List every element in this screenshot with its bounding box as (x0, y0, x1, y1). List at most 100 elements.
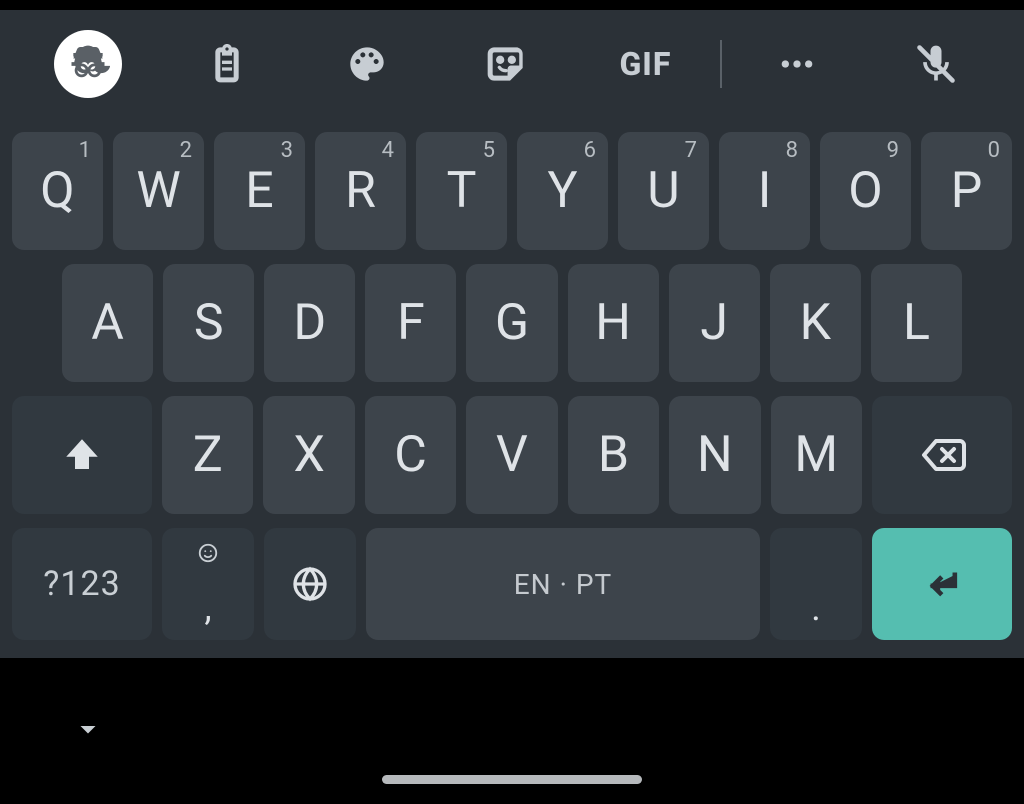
key-u[interactable]: U7 (618, 132, 709, 250)
period-label: . (811, 590, 821, 626)
key-v[interactable]: V (466, 396, 557, 514)
key-label: B (598, 426, 629, 484)
language-switch-key[interactable] (264, 528, 356, 640)
clipboard-icon (207, 44, 247, 84)
key-b[interactable]: B (568, 396, 659, 514)
key-hint: 9 (887, 138, 899, 163)
key-t[interactable]: T5 (416, 132, 507, 250)
sticker-button[interactable] (436, 10, 575, 118)
key-k[interactable]: K (770, 264, 861, 382)
key-y[interactable]: Y6 (517, 132, 608, 250)
comma-label: , (204, 590, 211, 626)
key-i[interactable]: I8 (719, 132, 810, 250)
key-label: E (245, 162, 273, 220)
enter-icon (920, 562, 964, 606)
key-label: M (794, 426, 838, 484)
sticker-icon (486, 44, 526, 84)
key-s[interactable]: S (163, 264, 254, 382)
toolbar-separator (720, 40, 722, 88)
key-e[interactable]: E3 (214, 132, 305, 250)
space-key[interactable]: EN · PT (366, 528, 760, 640)
key-label: O (848, 162, 882, 220)
key-c[interactable]: C (365, 396, 456, 514)
key-hint: 5 (483, 138, 495, 163)
key-x[interactable]: X (263, 396, 354, 514)
key-label: X (293, 426, 324, 484)
enter-key[interactable] (872, 528, 1012, 640)
key-label: K (800, 294, 831, 352)
key-label: A (91, 294, 124, 352)
gif-button[interactable]: GIF (576, 10, 715, 118)
collapse-keyboard-button[interactable] (70, 711, 106, 751)
symbols-key[interactable]: ?123 (12, 528, 152, 640)
key-label: W (136, 162, 180, 220)
key-label: C (394, 426, 427, 484)
symbols-label: ?123 (43, 564, 120, 604)
space-label: EN · PT (514, 568, 612, 601)
key-hint: 3 (281, 138, 293, 163)
shift-key[interactable] (12, 396, 152, 514)
globe-icon (290, 564, 330, 604)
key-z[interactable]: Z (162, 396, 253, 514)
emoji-comma-key[interactable]: , (162, 528, 254, 640)
key-g[interactable]: G (466, 264, 557, 382)
chevron-down-icon (70, 711, 106, 747)
key-label: P (951, 162, 983, 220)
key-label: U (647, 162, 679, 220)
key-j[interactable]: J (669, 264, 760, 382)
key-label: I (758, 162, 772, 220)
key-hint: 7 (685, 138, 697, 163)
key-hint: 2 (180, 138, 192, 163)
emoji-hint-icon (197, 542, 219, 570)
more-button[interactable] (727, 10, 866, 118)
gif-label: GIF (619, 45, 671, 83)
key-hint: 4 (382, 138, 394, 163)
key-q[interactable]: Q1 (12, 132, 103, 250)
key-f[interactable]: F (365, 264, 456, 382)
incognito-button[interactable] (18, 10, 157, 118)
key-d[interactable]: D (264, 264, 355, 382)
shift-icon (61, 434, 103, 476)
palette-icon (347, 44, 387, 84)
key-n[interactable]: N (669, 396, 760, 514)
key-hint: 8 (786, 138, 798, 163)
period-key[interactable]: . (770, 528, 862, 640)
key-label: G (495, 294, 529, 352)
backspace-key[interactable] (872, 396, 1012, 514)
incognito-icon (54, 30, 122, 98)
key-label: Q (40, 162, 74, 220)
key-label: D (293, 294, 326, 352)
mic-off-icon (914, 42, 958, 86)
key-h[interactable]: H (568, 264, 659, 382)
key-p[interactable]: P0 (921, 132, 1012, 250)
key-label: J (700, 294, 728, 352)
key-hint: 0 (988, 138, 1000, 163)
key-label: L (903, 294, 930, 352)
keyboard-toolbar: GIF (0, 10, 1024, 118)
key-a[interactable]: A (62, 264, 153, 382)
key-label: R (345, 162, 376, 220)
key-w[interactable]: W2 (113, 132, 204, 250)
clipboard-button[interactable] (157, 10, 296, 118)
key-label: Z (193, 426, 223, 484)
key-hint: 6 (584, 138, 596, 163)
theme-button[interactable] (297, 10, 436, 118)
voice-input-button[interactable] (867, 10, 1006, 118)
key-label: V (496, 426, 528, 484)
key-r[interactable]: R4 (315, 132, 406, 250)
key-label: Y (547, 162, 577, 220)
key-o[interactable]: O9 (820, 132, 911, 250)
key-label: T (447, 162, 477, 220)
key-label: S (194, 294, 224, 352)
key-label: F (397, 294, 425, 352)
navigation-bar (0, 658, 1024, 804)
more-horizontal-icon (777, 44, 817, 84)
key-m[interactable]: M (771, 396, 862, 514)
key-grid: Q1W2E3R4T5Y6U7I8O9P0 ASDFGHJKL ZXCVBNM ?… (0, 132, 1024, 640)
backspace-icon (918, 431, 966, 479)
gesture-handle[interactable] (382, 775, 642, 784)
key-l[interactable]: L (871, 264, 962, 382)
key-hint: 1 (79, 138, 91, 163)
keyboard: GIF Q1W2E3R4T5Y6U7I8O9P0 ASDFGHJKL ZXCVB… (0, 10, 1024, 658)
key-label: H (595, 294, 631, 352)
